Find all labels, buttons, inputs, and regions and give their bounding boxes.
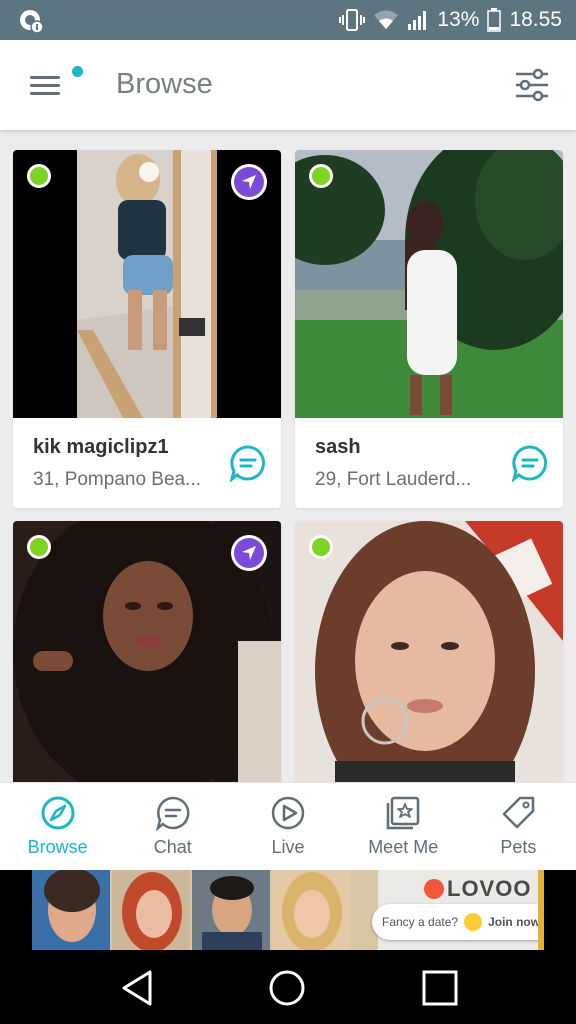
location-arrow-icon <box>242 546 256 560</box>
ad-brand-area: LOVOO Fancy a date? Join now! <box>372 870 544 950</box>
recents-icon[interactable] <box>420 968 460 1008</box>
nav-chat[interactable]: Chat <box>115 783 230 870</box>
ad-cta-pill[interactable]: Fancy a date? Join now! <box>372 904 544 940</box>
compass-icon <box>41 796 75 830</box>
ad-thumbnail <box>112 870 190 950</box>
battery-percent: 13% <box>437 8 480 31</box>
profile-info: sash 29, Fort Lauderd... <box>295 418 563 508</box>
nav-label: Pets <box>500 837 537 857</box>
vibrate-icon <box>339 9 366 31</box>
status-bar: 13% 18.55 <box>0 0 576 40</box>
profile-card[interactable] <box>295 521 563 782</box>
page-title: Browse <box>116 68 213 100</box>
bottom-nav: Browse Chat Live Meet Me Pets <box>0 782 576 870</box>
profile-age-location: 31, Pompano Bea... <box>33 469 201 490</box>
ad-cta: Join now! <box>488 915 544 929</box>
ad-brand: LOVOO <box>424 876 531 902</box>
online-indicator <box>27 535 51 559</box>
menu-button[interactable] <box>30 66 84 106</box>
ad-tagline: Fancy a date? <box>382 915 459 929</box>
nav-meet-me[interactable]: Meet Me <box>346 783 461 870</box>
clock: 18.55 <box>509 8 562 31</box>
nav-live[interactable]: Live <box>230 783 345 870</box>
heart-eyes-emoji-icon <box>464 913 483 931</box>
profile-card[interactable] <box>13 521 281 782</box>
profile-photo[interactable] <box>295 521 563 782</box>
chat-bubble-icon[interactable] <box>229 444 267 482</box>
app-notification-icon <box>20 10 44 34</box>
nav-label: Browse <box>27 837 88 857</box>
online-indicator <box>27 164 51 188</box>
back-icon[interactable] <box>118 968 158 1008</box>
profile-age-location: 29, Fort Lauderd... <box>315 469 472 490</box>
system-nav-bar <box>0 950 576 1024</box>
profile-photo[interactable] <box>13 150 281 418</box>
notification-dot <box>72 66 83 77</box>
profile-info: kik magiclipz1 31, Pompano Bea... <box>13 418 281 508</box>
signal-icon <box>408 11 427 30</box>
nearby-badge <box>231 164 267 200</box>
ad-thumbnail <box>32 870 110 950</box>
nav-label: Chat <box>153 837 192 857</box>
ad-banner[interactable]: LOVOO Fancy a date? Join now! <box>0 870 576 950</box>
profile-photo[interactable] <box>13 521 281 782</box>
lovoo-logo-icon <box>424 879 444 899</box>
nav-pets[interactable]: Pets <box>461 783 576 870</box>
tag-icon <box>503 796 535 829</box>
battery-icon <box>487 8 502 32</box>
ad-thumbnail <box>272 870 350 950</box>
ad-thumbnail <box>192 870 270 950</box>
ad-edge <box>538 870 544 950</box>
nearby-badge <box>231 535 267 571</box>
nav-browse[interactable]: Browse <box>0 783 115 870</box>
play-circle-icon <box>271 796 305 830</box>
ad-brand-text: LOVOO <box>447 876 532 901</box>
profile-photo[interactable] <box>295 150 563 418</box>
filter-sliders-icon[interactable] <box>514 67 550 103</box>
nav-label: Live <box>271 837 305 857</box>
nav-label: Meet Me <box>368 837 439 857</box>
online-indicator <box>309 535 333 559</box>
app-bar: Browse <box>0 40 576 130</box>
online-indicator <box>309 164 333 188</box>
hamburger-menu-icon <box>30 76 60 95</box>
ad-image-strip[interactable]: LOVOO Fancy a date? Join now! <box>32 870 544 950</box>
location-arrow-icon <box>242 175 256 189</box>
wifi-icon <box>374 10 399 29</box>
profile-grid: kik magiclipz1 31, Pompano Bea... sash 2… <box>0 130 576 782</box>
profile-card[interactable]: sash 29, Fort Lauderd... <box>295 150 563 508</box>
chat-bubble-icon[interactable] <box>511 444 549 482</box>
chat-bubble-icon <box>155 796 190 831</box>
star-cards-icon <box>386 796 420 830</box>
home-icon[interactable] <box>267 968 307 1008</box>
profile-card[interactable]: kik magiclipz1 31, Pompano Bea... <box>13 150 281 508</box>
